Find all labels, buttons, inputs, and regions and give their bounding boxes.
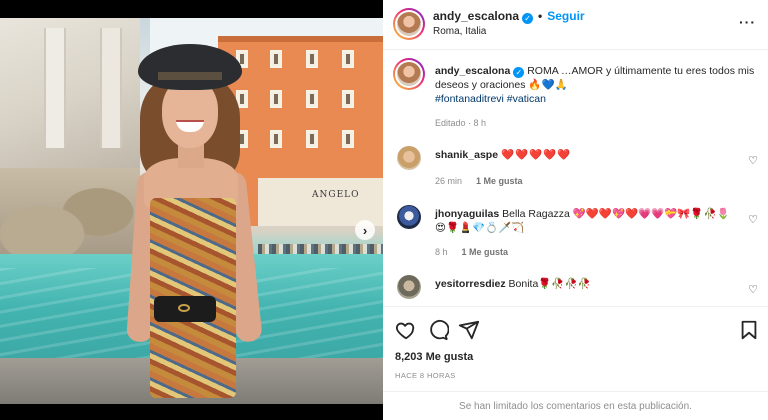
instagram-post-window: ANGELO › andy_escalona ✓ • Seguir Roma, …: [0, 0, 768, 420]
post-timestamp: HACE 8 HORAS: [395, 371, 456, 380]
comment-username[interactable]: jhonyaguilas: [435, 208, 499, 220]
follow-button[interactable]: Seguir: [547, 9, 584, 23]
comment-like-heart-icon[interactable]: ♡: [748, 154, 758, 167]
caption-avatar: [397, 62, 421, 86]
comments-limited-notice: Se han limitado los comentarios en esta …: [383, 391, 768, 420]
header-separator: •: [538, 9, 543, 23]
comment-username[interactable]: yesitorresdiez: [435, 278, 506, 290]
photo-window: [306, 130, 318, 148]
more-options-icon[interactable]: ···: [739, 14, 756, 30]
photo-window: [342, 90, 354, 108]
comment-text: Bonita🌹🥀🥀🥀: [508, 278, 591, 290]
carousel-next-button[interactable]: ›: [355, 220, 375, 240]
post-actions: 8,203 Me gusta HACE 8 HORAS Se han limit…: [383, 306, 768, 420]
caption-verified-badge-icon: ✓: [513, 67, 525, 78]
woman-beltbag-logo: [178, 304, 190, 312]
verified-badge-icon: ✓: [522, 13, 534, 24]
comment-time: 26 min: [435, 176, 463, 186]
likes-count[interactable]: 8,203 Me gusta: [395, 351, 473, 363]
photo-sign: ANGELO: [312, 190, 360, 200]
photo-window: [342, 130, 354, 148]
photo-window: [306, 90, 318, 108]
woman-hatband: [158, 72, 222, 80]
bookmark-icon[interactable]: [738, 319, 760, 341]
caption-text-block: andy_escalona ✓ ROMA …AMOR y últimamente …: [435, 64, 755, 106]
photo-ground: [258, 178, 383, 226]
comment-body: yesitorresdiez Bonita🌹🥀🥀🥀: [435, 277, 735, 291]
caption-edited-time: Editado · 8 h: [435, 118, 487, 128]
comment-username[interactable]: shanik_aspe: [435, 149, 498, 161]
comment-avatar[interactable]: [397, 205, 421, 229]
photo-woman: [110, 38, 270, 404]
post-header: andy_escalona ✓ • Seguir Roma, Italia ···: [383, 0, 768, 50]
comment-bubble-icon[interactable]: [427, 319, 449, 341]
story-ring-gap: [395, 10, 423, 38]
comment-text: ❤️❤️❤️❤️❤️: [500, 149, 572, 161]
comment-avatar[interactable]: [397, 146, 421, 170]
header-username[interactable]: andy_escalona: [433, 9, 519, 23]
comment-body: shanik_aspe ❤️❤️❤️❤️❤️: [435, 148, 735, 162]
comment-likes[interactable]: 1 Me gusta: [476, 176, 523, 186]
story-ring-gap: [395, 60, 423, 88]
paper-plane-icon[interactable]: [458, 319, 480, 341]
caption-story-ring[interactable]: [393, 58, 425, 90]
post-photo[interactable]: ANGELO ›: [0, 18, 383, 404]
caption-hashtags[interactable]: #fontanaditrevi #vatican: [435, 93, 546, 105]
comment-avatar[interactable]: [397, 275, 421, 299]
photo-window: [270, 90, 282, 108]
comment-likes[interactable]: 1 Me gusta: [462, 247, 509, 257]
photo-window: [270, 50, 282, 68]
photo-window: [342, 50, 354, 68]
comment-body: jhonyaguilas Bella Ragazza 💖❤️❤️💖❤️💗💗💝🎀🌹…: [435, 207, 735, 235]
story-ring[interactable]: [393, 8, 425, 40]
header-location[interactable]: Roma, Italia: [433, 26, 486, 37]
woman-hat: [138, 44, 242, 90]
comment-like-heart-icon[interactable]: ♡: [748, 213, 758, 226]
photo-window: [306, 50, 318, 68]
caption-username[interactable]: andy_escalona: [435, 65, 510, 77]
avatar: [397, 12, 421, 36]
post-side-panel: andy_escalona ✓ • Seguir Roma, Italia ··· a…: [383, 0, 768, 420]
comment-meta: 8 h 1 Me gusta: [435, 247, 508, 257]
photo-window: [270, 130, 282, 148]
comment-like-heart-icon[interactable]: ♡: [748, 283, 758, 296]
heart-outline-icon[interactable]: [395, 319, 417, 341]
photo-column: [44, 28, 66, 148]
header-user-line: andy_escalona ✓ • Seguir: [433, 9, 585, 24]
comment-meta: 26 min 1 Me gusta: [435, 176, 523, 186]
comment-time: 8 h: [435, 247, 448, 257]
